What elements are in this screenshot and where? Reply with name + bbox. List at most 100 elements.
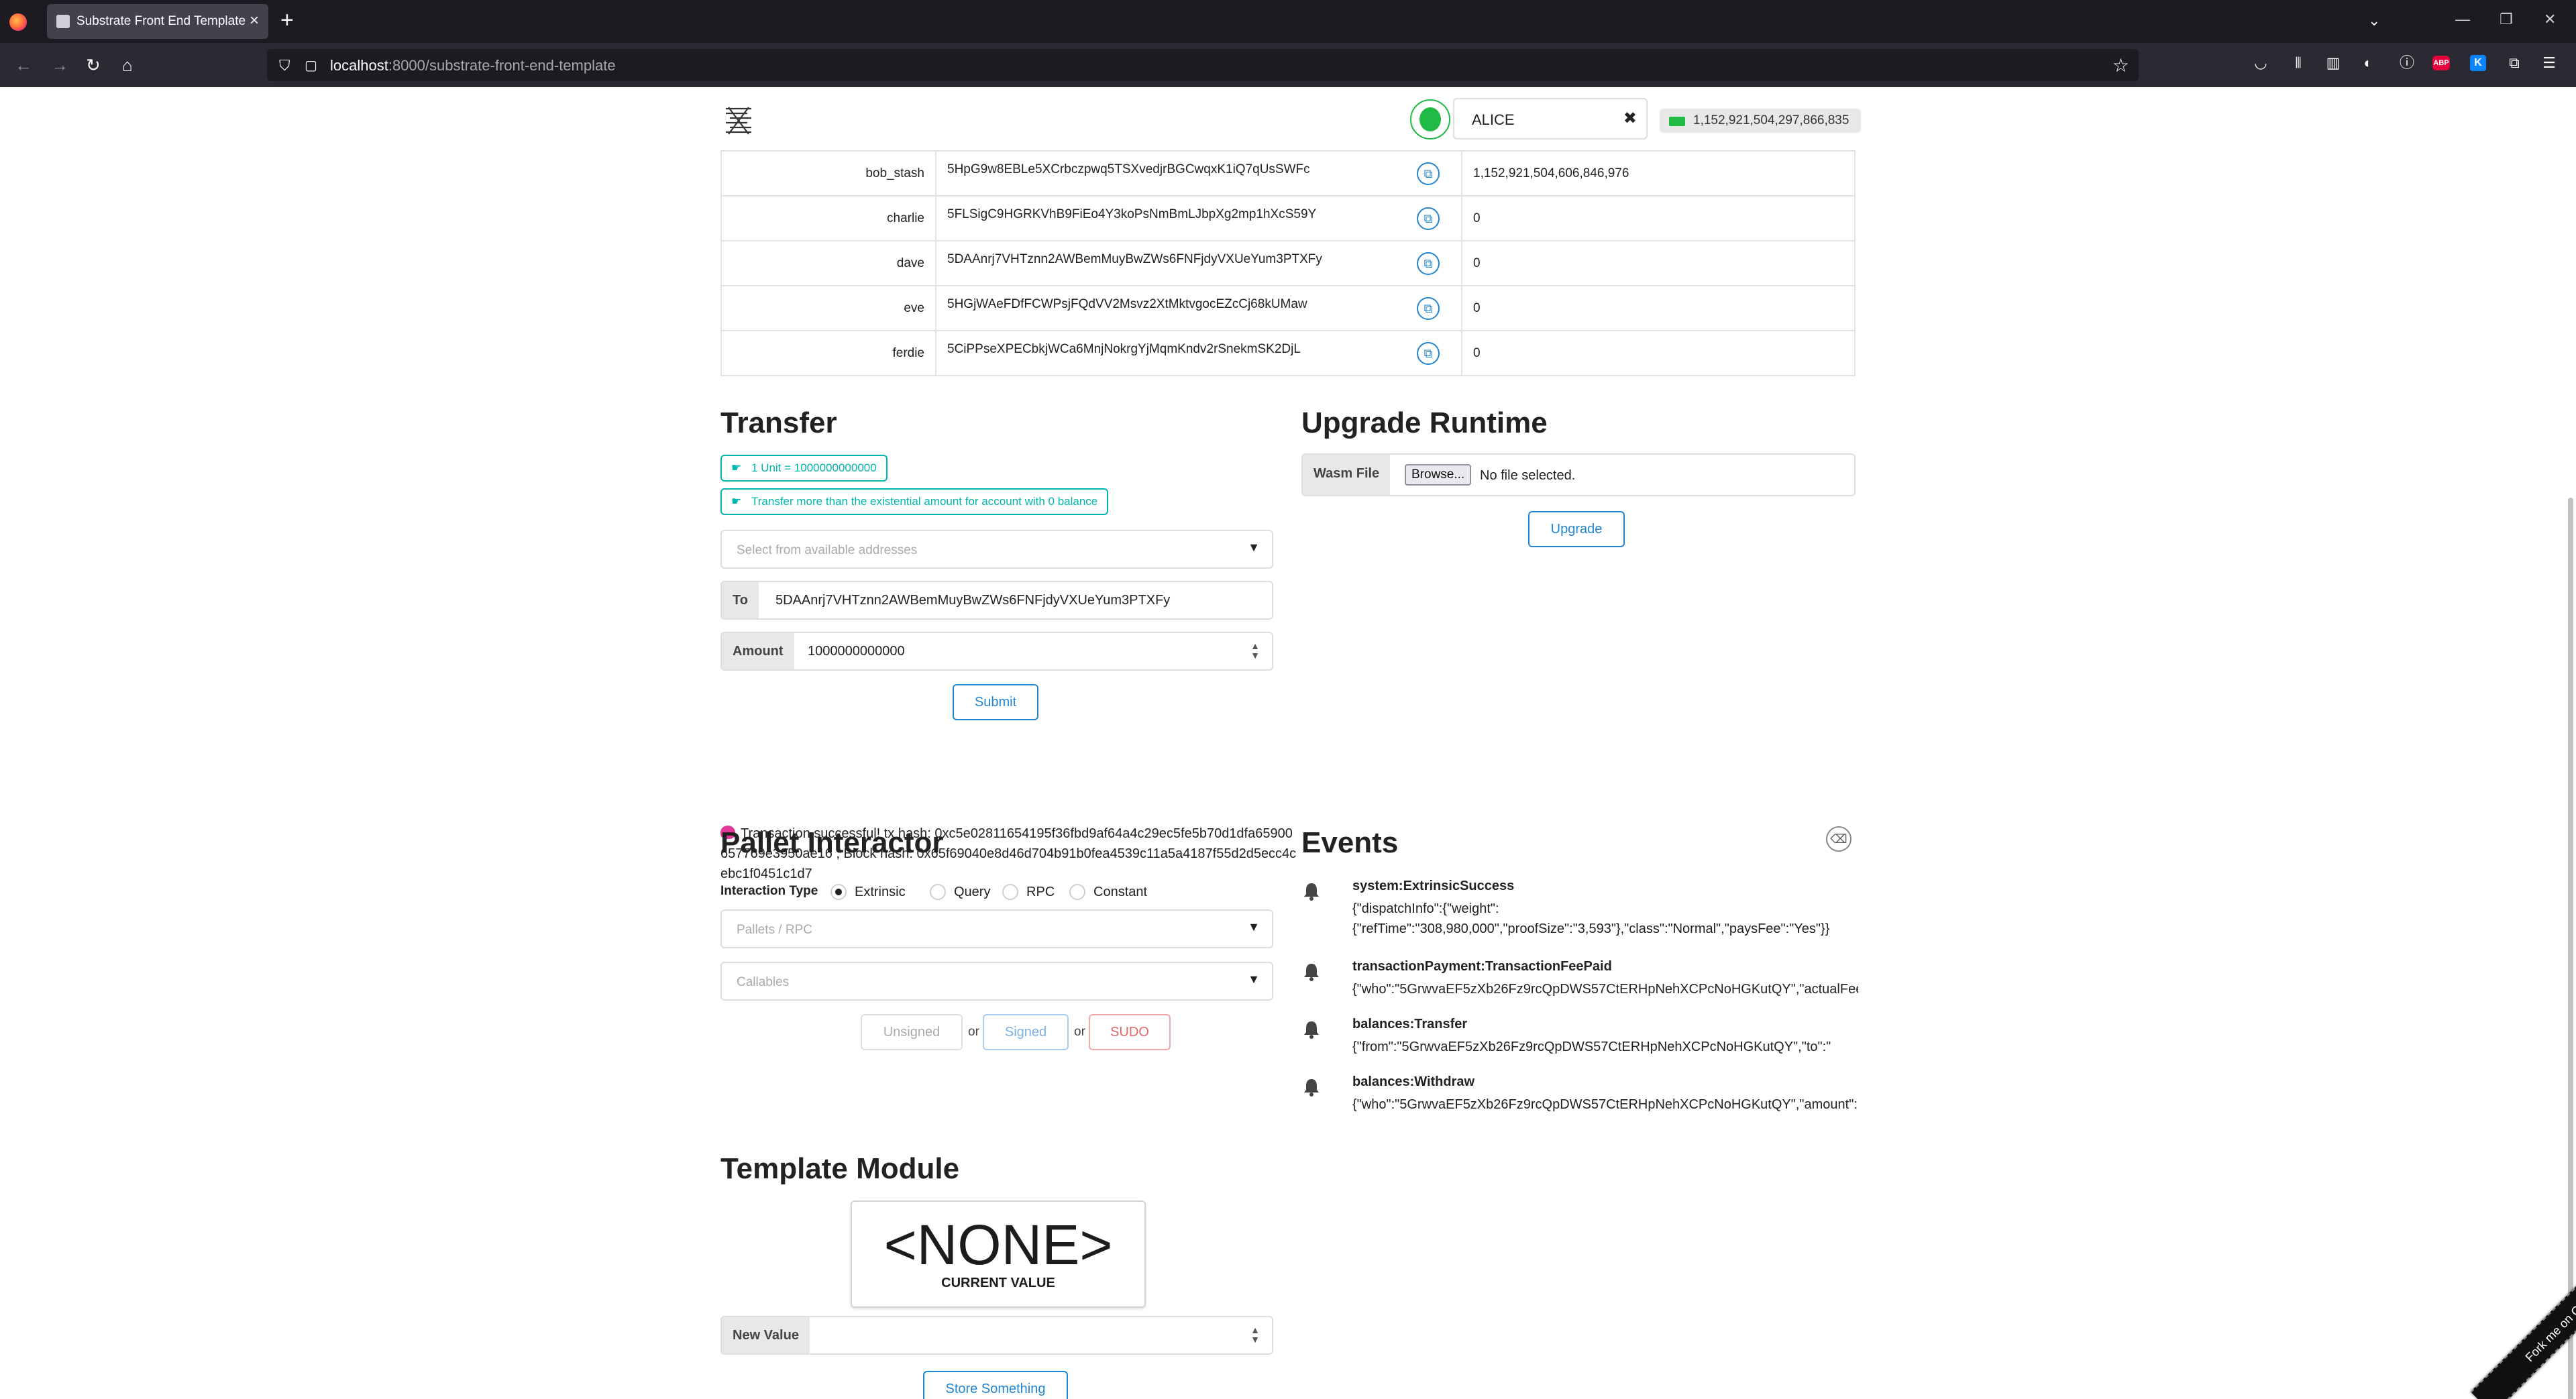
- number-spinner-icon[interactable]: ▲ ▼: [1250, 1325, 1260, 1344]
- to-address-input[interactable]: To 5DAAnrj7VHTznn2AWBemMuyBwZWs6FNFjdyVX…: [720, 581, 1273, 620]
- tracking-shield-icon[interactable]: ⛉: [279, 57, 290, 74]
- file-status-text: No file selected.: [1480, 468, 1576, 483]
- account-name: eve: [721, 285, 936, 331]
- dropdown-caret-icon: ▼: [1248, 920, 1260, 934]
- account-identicon-icon[interactable]: [1410, 99, 1450, 139]
- account-balance-value: 1,152,921,504,297,866,835: [1693, 113, 1849, 127]
- browse-button[interactable]: Browse...: [1405, 464, 1472, 486]
- library-icon[interactable]: ⫴: [2289, 54, 2308, 72]
- extension-k-icon[interactable]: K: [2470, 55, 2486, 71]
- pocket-icon[interactable]: ◡: [2251, 54, 2270, 72]
- amount-value[interactable]: 1000000000000: [808, 644, 905, 659]
- bookmark-star-icon[interactable]: ☆: [2112, 54, 2129, 76]
- account-balance: 0: [1461, 330, 1855, 376]
- clear-selection-icon[interactable]: ✖: [1623, 109, 1637, 128]
- restore-window-icon[interactable]: ❐: [2500, 11, 2513, 28]
- template-module-title: Template Module: [720, 1152, 960, 1185]
- forward-icon[interactable]: →: [51, 55, 68, 75]
- wasm-file-label: Wasm File: [1303, 455, 1391, 495]
- event-name: transactionPayment:TransactionFeePaid: [1352, 959, 1612, 974]
- sudo-button[interactable]: SUDO: [1089, 1014, 1171, 1050]
- unit-info-text: 1 Unit = 1000000000000: [751, 461, 877, 474]
- home-icon[interactable]: ⌂: [122, 55, 133, 75]
- browser-tab[interactable]: Substrate Front End Template ×: [47, 4, 268, 39]
- signed-button[interactable]: Signed: [983, 1014, 1069, 1050]
- pallets-rpc-dropdown[interactable]: Pallets / RPC ▼: [720, 909, 1273, 948]
- unsigned-button[interactable]: Unsigned: [861, 1014, 963, 1050]
- minimize-window-icon[interactable]: —: [2455, 11, 2470, 28]
- new-tab-button[interactable]: +: [280, 7, 294, 34]
- events-title: Events: [1301, 826, 1399, 859]
- url-path: :8000/substrate-front-end-template: [388, 57, 616, 74]
- bell-icon: [1304, 1021, 1319, 1039]
- account-balance-badge: 1,152,921,504,297,866,835: [1660, 109, 1862, 133]
- account-address-cell: 5DAAnrj7VHTznn2AWBemMuyBwZWs6FNFjdyVXUeY…: [936, 240, 1462, 286]
- tab-title: Substrate Front End Template: [76, 14, 246, 28]
- url-text[interactable]: localhost:8000/substrate-front-end-templ…: [330, 57, 616, 74]
- radio-extrinsic-label: Extrinsic: [855, 885, 906, 899]
- radio-circle-icon[interactable]: [1002, 884, 1018, 900]
- radio-circle-icon[interactable]: [1069, 884, 1085, 900]
- main-container: ALICE ✖ 1,152,921,504,297,866,835 bob_st…: [720, 87, 1862, 1399]
- number-spinner-icon[interactable]: ▲ ▼: [1250, 641, 1260, 660]
- browser-tab-bar: Substrate Front End Template × + ⌄ — ❐ ✕: [0, 0, 2576, 43]
- to-address-value[interactable]: 5DAAnrj7VHTznn2AWBemMuyBwZWs6FNFjdyVXUeY…: [775, 593, 1170, 608]
- fork-me-on-github-link[interactable]: Fork me on GitHub: [2470, 1251, 2576, 1399]
- tab-close-icon[interactable]: ×: [250, 11, 259, 30]
- radio-circle-icon[interactable]: [930, 884, 946, 900]
- substrate-logo-icon[interactable]: [720, 102, 757, 138]
- callables-dropdown[interactable]: Callables ▼: [720, 962, 1273, 1001]
- address-dropdown[interactable]: Select from available addresses ▼: [720, 530, 1273, 569]
- close-window-icon[interactable]: ✕: [2544, 11, 2556, 28]
- adblock-plus-icon[interactable]: ABP: [2432, 56, 2450, 70]
- upgrade-runtime-title: Upgrade Runtime: [1301, 406, 1548, 439]
- back-icon[interactable]: ←: [15, 55, 32, 75]
- account-name: bob_stash: [721, 150, 936, 196]
- upgrade-button[interactable]: Upgrade: [1528, 511, 1625, 547]
- account-row: dave 5DAAnrj7VHTznn2AWBemMuyBwZWs6FNFjdyV…: [721, 240, 1855, 286]
- account-name: ferdie: [721, 330, 936, 376]
- accounts-table-body: bob_stash 5HpG9w8EBLe5XCrbczpwq5TSXvedjrB…: [721, 150, 1855, 376]
- copy-icon[interactable]: ⧉: [1417, 341, 1440, 365]
- clear-events-button[interactable]: ⌫: [1826, 826, 1851, 852]
- list-all-tabs-icon[interactable]: ⌄: [2368, 12, 2380, 30]
- copy-icon[interactable]: ⧉: [1417, 296, 1440, 320]
- new-value-input[interactable]: New Value ▲ ▼: [720, 1316, 1273, 1355]
- pallets-rpc-placeholder: Pallets / RPC: [737, 923, 812, 937]
- submit-button[interactable]: Submit: [953, 684, 1038, 720]
- account-name: charlie: [721, 195, 936, 241]
- copy-icon[interactable]: ⧉: [1417, 251, 1440, 275]
- app-header: ALICE ✖ 1,152,921,504,297,866,835: [720, 87, 1862, 153]
- firefox-icon: [9, 13, 27, 31]
- bell-icon: [1304, 964, 1319, 981]
- page-info-icon[interactable]: ▢: [305, 57, 317, 74]
- store-something-button[interactable]: Store Something: [923, 1371, 1068, 1399]
- sidebar-icon[interactable]: ▥: [2324, 54, 2343, 72]
- amount-input[interactable]: Amount 1000000000000 ▲ ▼: [720, 632, 1273, 671]
- account-address: 5DAAnrj7VHTznn2AWBemMuyBwZWs6FNFjdyVXUeY…: [947, 251, 1322, 266]
- event-data: {"who":"5GrwvaEF5zXb26Fz9rcQpDWS57CtERHp…: [1352, 982, 1858, 997]
- account-selector[interactable]: ALICE ✖: [1453, 98, 1648, 139]
- radio-constant-label: Constant: [1093, 885, 1148, 899]
- hand-pointer-icon: ☛: [731, 461, 742, 474]
- radio-rpc-label: RPC: [1026, 885, 1055, 899]
- copy-icon[interactable]: ⧉: [1417, 207, 1440, 230]
- app-menu-icon[interactable]: ☰: [2540, 54, 2559, 72]
- extension-info-icon[interactable]: ⓘ: [2398, 54, 2416, 72]
- fork-ribbon[interactable]: Fork me on GitHub: [2428, 1251, 2576, 1399]
- event-name: balances:Withdraw: [1352, 1074, 1475, 1089]
- wasm-file-input[interactable]: Wasm File Browse... No file selected.: [1301, 453, 1856, 496]
- copy-icon[interactable]: ⧉: [1417, 162, 1440, 185]
- extension-j-icon[interactable]: ◐: [2359, 54, 2377, 72]
- account-address-cell: 5HGjWAeFDfFCWPsjFQdVV2Msvz2XtMktvgocEZcC…: [936, 285, 1462, 331]
- unit-info-label: ☛ 1 Unit = 1000000000000: [720, 455, 888, 482]
- event-name: system:ExtrinsicSuccess: [1352, 879, 1515, 893]
- url-bar[interactable]: ⛉ ▢ localhost:8000/substrate-front-end-t…: [267, 49, 2139, 81]
- page-content: ALICE ✖ 1,152,921,504,297,866,835 bob_st…: [0, 87, 2576, 1399]
- accounts-table: bob_stash 5HpG9w8EBLe5XCrbczpwq5TSXvedjrB…: [720, 150, 1856, 376]
- extensions-puzzle-icon[interactable]: ⧉: [2505, 54, 2524, 72]
- callables-placeholder: Callables: [737, 975, 790, 989]
- reload-icon[interactable]: ↻: [86, 55, 101, 75]
- account-address: 5FLSigC9HGRKVhB9FiEo4Y3koPsNmBmLJbpXg2mp…: [947, 207, 1317, 221]
- radio-circle-icon[interactable]: [830, 884, 847, 900]
